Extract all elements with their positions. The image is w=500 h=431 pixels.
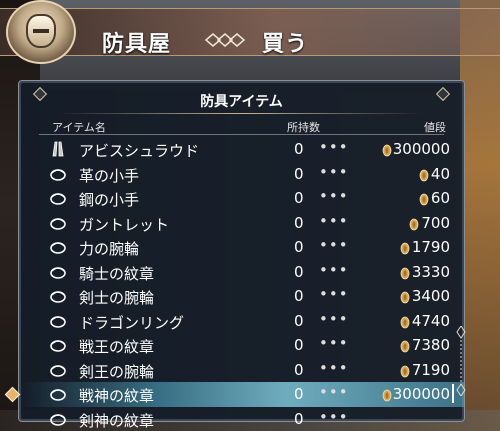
item-row[interactable]: 力の腕輪 0 ••• 1790 (19, 235, 464, 260)
item-name: 騎士の紋章 (79, 263, 154, 284)
item-price: 7190 (412, 361, 450, 379)
item-price: 3400 (412, 287, 450, 305)
shop-name: 防具屋 (102, 26, 171, 58)
item-price: 60 (431, 189, 450, 207)
separator-dots: ••• (319, 334, 349, 352)
coin-icon (400, 240, 410, 253)
gauntlet-icon (49, 190, 67, 206)
panel-title: 防具アイテム (19, 91, 464, 111)
separator-dots: ••• (319, 212, 349, 230)
item-owned-count: 0 (294, 312, 304, 330)
coin-icon (400, 314, 410, 327)
coin-icon (400, 265, 410, 278)
shroud-icon (49, 141, 67, 157)
bracelet-icon (49, 239, 67, 255)
item-name: 鋼の小手 (79, 189, 139, 210)
item-owned-count: 0 (294, 189, 304, 207)
item-name: ガントレット (79, 214, 169, 235)
coin-icon (419, 167, 429, 180)
background-right (460, 0, 500, 410)
item-row[interactable]: 剣神の紋章 0 ••• (19, 407, 464, 431)
item-price: 3330 (412, 263, 450, 281)
scroll-indicator[interactable] (456, 326, 466, 396)
item-price: 300000 (393, 140, 450, 158)
item-name: 剣王の腕輪 (79, 361, 154, 382)
item-name: 革の小手 (79, 165, 139, 186)
ring-icon (49, 313, 67, 329)
item-price: 700 (421, 214, 450, 232)
coin-icon (419, 191, 429, 204)
item-row[interactable]: 戦神の紋章 0 ••• 300000 (19, 382, 464, 407)
helmet-icon (26, 14, 56, 48)
item-name: 戦神の紋章 (79, 385, 154, 406)
separator-dots: ••• (319, 261, 349, 279)
item-row[interactable]: 革の小手 0 ••• 40 (19, 162, 464, 187)
column-header-name: アイテム名 (52, 119, 106, 135)
separator-dots: ••• (319, 236, 349, 254)
bracelet-icon (49, 288, 67, 304)
item-owned-count: 0 (294, 410, 304, 428)
crest-icon (49, 411, 67, 427)
separator-dots: ••• (319, 163, 349, 181)
item-owned-count: 0 (294, 165, 304, 183)
double-diamond-icon (203, 33, 247, 47)
coin-icon (382, 142, 392, 155)
item-row[interactable]: 剣士の腕輪 0 ••• 3400 (19, 284, 464, 309)
coin-icon (400, 338, 410, 351)
item-name: ドラゴンリング (79, 312, 184, 333)
crest-icon (49, 386, 67, 402)
column-header-owned: 所持数 (287, 119, 320, 135)
gauntlet-icon (49, 215, 67, 231)
coin-icon (382, 387, 392, 400)
item-owned-count: 0 (294, 214, 304, 232)
item-price: 300000 (393, 385, 450, 403)
buy-mode-label: 買う (262, 26, 308, 58)
header-divider (39, 134, 444, 135)
item-row[interactable]: 戦王の紋章 0 ••• 7380 (19, 333, 464, 358)
coin-icon (400, 289, 410, 302)
separator-dots: ••• (319, 408, 349, 426)
separator-dots: ••• (319, 138, 349, 156)
item-row[interactable]: アビスシュラウド 0 ••• 300000 (19, 137, 464, 162)
separator-dots: ••• (319, 187, 349, 205)
column-header-price: 値段 (424, 119, 446, 135)
crest-icon (49, 337, 67, 353)
item-name: 剣神の紋章 (79, 410, 154, 431)
item-row[interactable]: 騎士の紋章 0 ••• 3330 (19, 260, 464, 285)
armor-shop-emblem-icon (6, 0, 76, 64)
item-row[interactable]: ドラゴンリング 0 ••• 4740 (19, 309, 464, 334)
item-owned-count: 0 (294, 263, 304, 281)
title-divider (59, 113, 424, 114)
separator-dots: ••• (319, 383, 349, 401)
crest-icon (49, 264, 67, 280)
armor-item-panel: 防具アイテム アイテム名 所持数 値段 アビスシュラウド 0 ••• 300000 革の… (18, 80, 465, 422)
item-owned-count: 0 (294, 238, 304, 256)
separator-dots: ••• (319, 285, 349, 303)
item-owned-count: 0 (294, 361, 304, 379)
item-owned-count: 0 (294, 287, 304, 305)
gauntlet-icon (49, 166, 67, 182)
item-row[interactable]: ガントレット 0 ••• 700 (19, 211, 464, 236)
item-name: 剣士の腕輪 (79, 287, 154, 308)
item-price: 4740 (412, 312, 450, 330)
item-price: 7380 (412, 336, 450, 354)
item-owned-count: 0 (294, 385, 304, 403)
item-price: 1790 (412, 238, 450, 256)
item-owned-count: 0 (294, 336, 304, 354)
separator-dots: ••• (319, 310, 349, 328)
text-caret (452, 384, 454, 403)
item-row[interactable]: 鋼の小手 0 ••• 60 (19, 186, 464, 211)
coin-icon (409, 216, 419, 229)
item-row[interactable]: 剣王の腕輪 0 ••• 7190 (19, 358, 464, 383)
coin-icon (400, 363, 410, 376)
item-list: アビスシュラウド 0 ••• 300000 革の小手 0 ••• 40 鋼の小手 0 ••• 60 ガン… (19, 137, 464, 431)
item-price: 40 (431, 165, 450, 183)
item-owned-count: 0 (294, 140, 304, 158)
item-name: 力の腕輪 (79, 238, 139, 259)
separator-dots: ••• (319, 359, 349, 377)
item-name: 戦王の紋章 (79, 336, 154, 357)
bracelet-icon (49, 362, 67, 378)
item-name: アビスシュラウド (79, 140, 199, 161)
